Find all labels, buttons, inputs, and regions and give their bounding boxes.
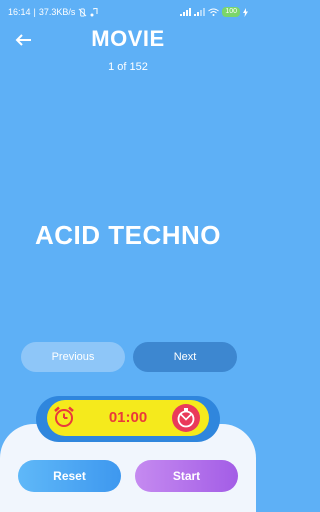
charging-icon xyxy=(243,7,248,17)
status-bar: 16:14 | 37.3KB/s 100 xyxy=(0,0,256,24)
start-button[interactable]: Start xyxy=(135,460,238,492)
music-note-icon xyxy=(90,7,98,16)
start-button-label: Start xyxy=(172,469,201,483)
card-word: ACID TECHNO xyxy=(34,220,222,250)
wifi-icon xyxy=(208,8,220,16)
status-separator: | xyxy=(33,7,36,17)
header: MOVIE xyxy=(0,26,256,54)
card-counter: 1 of 152 xyxy=(108,61,148,73)
previous-button[interactable]: Previous xyxy=(21,342,125,372)
signal-icon xyxy=(180,8,192,16)
next-button-label: Next xyxy=(173,351,197,363)
battery-icon: 100 xyxy=(222,7,240,17)
vibrate-off-icon xyxy=(78,7,87,17)
status-left: 16:14 | 37.3KB/s xyxy=(8,7,98,17)
status-right: 100 xyxy=(180,7,248,17)
stopwatch-icon[interactable] xyxy=(171,403,201,433)
status-time: 16:14 xyxy=(8,7,31,17)
page-title: MOVIE xyxy=(91,26,165,51)
previous-button-label: Previous xyxy=(51,351,95,363)
signal-2-icon xyxy=(194,8,206,16)
status-speed: 37.3KB/s xyxy=(38,7,76,17)
reset-button[interactable]: Reset xyxy=(18,460,121,492)
next-button[interactable]: Next xyxy=(133,342,237,372)
reset-button-label: Reset xyxy=(53,469,86,483)
